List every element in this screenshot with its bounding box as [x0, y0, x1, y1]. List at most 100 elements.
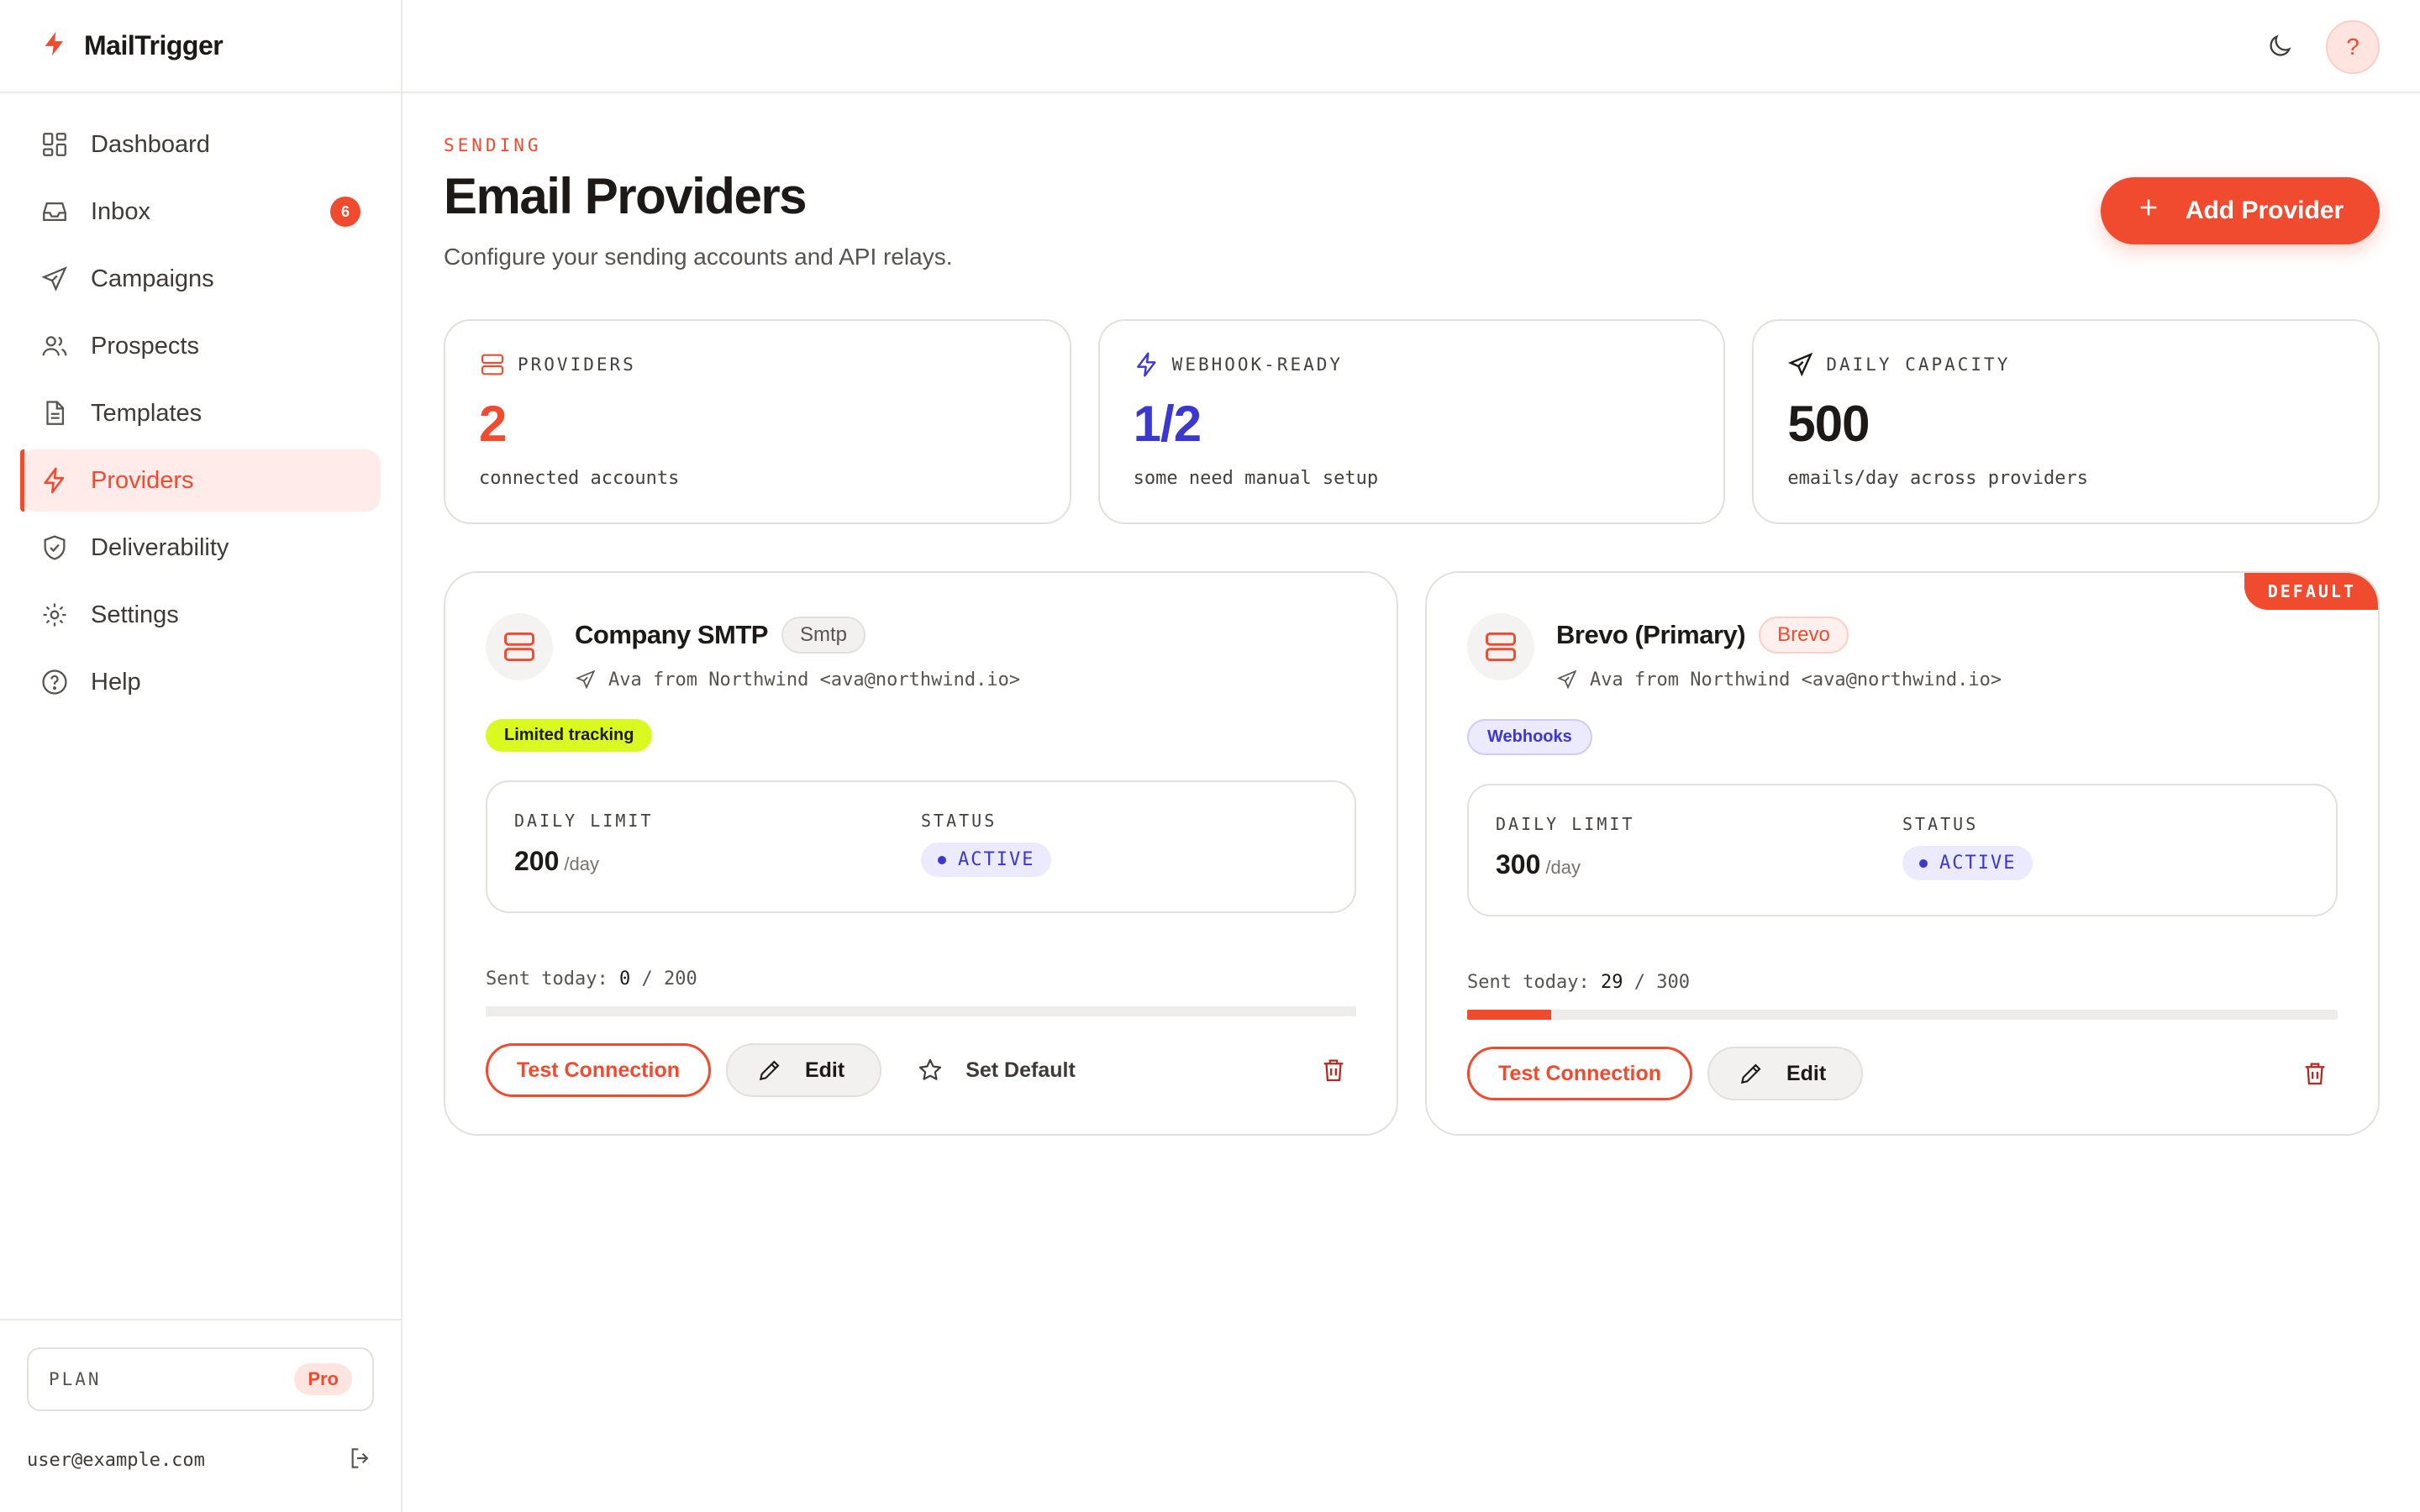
help-circle-icon [42, 669, 67, 695]
sidebar-item-campaigns[interactable]: Campaigns [20, 248, 381, 310]
edit-button[interactable]: Edit [725, 1043, 882, 1097]
plan-label: PLAN [49, 1369, 102, 1389]
user-row: user@example.com [27, 1445, 374, 1476]
sent-today: Sent today: 0 / 200 [486, 969, 697, 990]
sidebar-item-dashboard[interactable]: Dashboard [20, 113, 381, 176]
sidebar-item-prospects[interactable]: Prospects [20, 315, 381, 377]
status: STATUS ACTIVE [1902, 814, 2309, 886]
sidebar-item-label: Prospects [91, 332, 199, 360]
bolt-icon [44, 467, 65, 494]
status-text: ACTIVE [958, 849, 1035, 870]
sent-progress-bar [486, 1006, 1356, 1016]
page-eyebrow: SENDING [444, 135, 542, 155]
page-title: Email Providers [444, 168, 808, 224]
sidebar-nav: Dashboard Inbox 6 Campaigns Prospects Te… [0, 93, 401, 713]
sidebar-item-label: Inbox [91, 197, 150, 225]
stat-label: DAILY CAPACITY [1826, 354, 2011, 375]
provider-type-badge: Smtp [781, 617, 865, 654]
add-provider-label: Add Provider [2185, 197, 2344, 224]
default-ribbon: DEFAULT [2244, 573, 2378, 610]
stat-card-webhook-ready: WEBHOOK-READY 1/2 some need manual setup [1097, 319, 1726, 524]
provider-title-row: Company SMTP Smtp [575, 617, 1020, 654]
bolt-logo-icon [40, 29, 69, 62]
status-badge: ACTIVE [921, 843, 1052, 877]
provider-name: Company SMTP [575, 620, 768, 649]
users-icon [42, 336, 67, 356]
daily-limit: DAILY LIMIT 300/day [1496, 814, 1902, 886]
status-dot [1919, 858, 1928, 868]
stat-value: 1/2 [1133, 396, 1202, 452]
sidebar-item-templates[interactable]: Templates [20, 382, 381, 444]
sent-today: Sent today: 29 / 300 [1467, 972, 1690, 993]
trash-icon[interactable] [1319, 1056, 1348, 1084]
provider-title-row: Brevo (Primary) Brevo [1556, 617, 2002, 654]
stat-label: PROVIDERS [518, 354, 636, 375]
provider-info: Company SMTP Smtp Ava from Northwind <av… [575, 613, 1020, 690]
sidebar-footer: PLAN Pro user@example.com [0, 1319, 401, 1512]
sidebar-item-help[interactable]: Help [20, 651, 381, 713]
set-default-button[interactable]: Set Default [897, 1043, 1096, 1097]
provider-card-company-smtp: Company SMTP Smtp Ava from Northwind <av… [444, 571, 1398, 1136]
stat-note: some need manual setup [1133, 468, 1379, 489]
provider-actions: Test Connection Edit [1467, 1047, 2338, 1100]
limit-box: DAILY LIMIT 200/day STATUS ACTIVE [486, 780, 1356, 913]
plus-icon [2137, 196, 2160, 226]
provider-type-badge: Brevo [1759, 617, 1849, 654]
webhooks-tag: Webhooks [1467, 719, 1592, 755]
help-avatar-button[interactable]: ? [2326, 20, 2380, 74]
provider-header: Company SMTP Smtp Ava from Northwind <av… [486, 613, 1356, 690]
sidebar-item-providers[interactable]: Providers [20, 449, 381, 512]
stat-card-providers: PROVIDERS 2 connected accounts [444, 319, 1071, 524]
stat-note: connected accounts [479, 468, 680, 489]
add-provider-button[interactable]: Add Provider [2101, 177, 2380, 244]
sidebar-item-label: Campaigns [91, 265, 214, 292]
status-dot [938, 855, 946, 864]
main-content: SENDING Email Providers Configure your s… [444, 93, 2381, 1136]
daily-limit-value: 200 [514, 846, 560, 876]
status-label: STATUS [921, 811, 997, 831]
gear-icon [43, 603, 66, 627]
pencil-icon [1740, 1063, 1761, 1084]
daily-limit-value: 300 [1496, 849, 1541, 879]
edit-label: Edit [804, 1058, 845, 1082]
pencil-icon [759, 1060, 780, 1081]
sent-progress-fill [1467, 1010, 1552, 1020]
user-email: user@example.com [27, 1450, 205, 1471]
stat-value: 2 [479, 396, 507, 452]
document-icon [46, 401, 65, 425]
inbox-count-badge: 6 [330, 197, 360, 227]
provider-from: Ava from Northwind <ava@northwind.io> [1556, 669, 2002, 690]
plan-badge: Pro [294, 1363, 352, 1395]
from-address: Ava from Northwind <ava@northwind.io> [1590, 669, 2002, 690]
sidebar-item-settings[interactable]: Settings [20, 584, 381, 646]
stat-head: DAILY CAPACITY [1787, 351, 2344, 378]
status-badge: ACTIVE [1902, 846, 2033, 880]
test-connection-button[interactable]: Test Connection [1467, 1047, 1692, 1100]
brand[interactable]: MailTrigger [0, 0, 401, 93]
logout-icon[interactable] [347, 1445, 374, 1476]
sidebar-item-deliverability[interactable]: Deliverability [20, 517, 381, 579]
daily-limit-value-row: 200/day [514, 846, 921, 877]
sidebar: MailTrigger Dashboard Inbox 6 Campaigns … [0, 0, 402, 1512]
sidebar-item-label: Help [91, 668, 141, 696]
from-address: Ava from Northwind <ava@northwind.io> [608, 669, 1021, 690]
sent-count: 0 [618, 969, 631, 990]
sidebar-item-label: Templates [91, 399, 203, 427]
page-subtitle: Configure your sending accounts and API … [444, 244, 953, 270]
stat-value: 500 [1787, 396, 1870, 452]
daily-limit-label: DAILY LIMIT [514, 811, 654, 831]
stat-card-daily-capacity: DAILY CAPACITY 500 emails/day across pro… [1752, 319, 2381, 524]
bolt-icon [1136, 352, 1156, 377]
moon-icon[interactable] [2265, 32, 2294, 60]
test-connection-button[interactable]: Test Connection [486, 1043, 711, 1097]
daily-limit: DAILY LIMIT 200/day [514, 811, 921, 883]
trash-icon[interactable] [2301, 1059, 2329, 1088]
status: STATUS ACTIVE [921, 811, 1328, 883]
sent-count: 29 [1600, 972, 1623, 993]
send-icon [1788, 352, 1813, 377]
edit-label: Edit [1786, 1061, 1827, 1085]
sidebar-item-inbox[interactable]: Inbox 6 [20, 181, 381, 243]
edit-button[interactable]: Edit [1707, 1047, 1864, 1100]
provider-card-brevo: DEFAULT Brevo (Primary) Brevo Ava from N… [1425, 571, 2380, 1136]
plan-box[interactable]: PLAN Pro [27, 1347, 374, 1411]
